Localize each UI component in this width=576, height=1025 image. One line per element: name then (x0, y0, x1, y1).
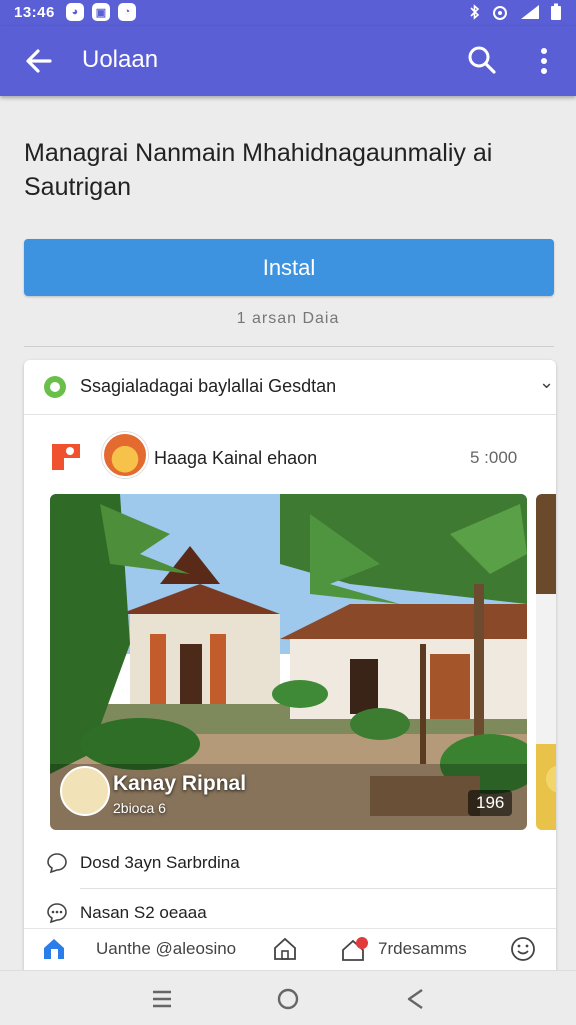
card-header[interactable]: Ssagialadagai baylallai Gesdtan ⌄ (24, 360, 556, 415)
next-photo-scene (536, 494, 556, 830)
home-filled-icon (44, 939, 64, 959)
feed-card: Ssagialadagai baylallai Gesdtan ⌄ Haaga … (24, 360, 556, 980)
bluetooth-icon (470, 4, 480, 20)
search-icon[interactable] (466, 44, 498, 76)
home-circle-icon[interactable] (274, 985, 302, 1013)
group-icon (44, 376, 66, 398)
chevron-down-icon[interactable]: ⌄ (539, 372, 554, 393)
tab-label: Uanthe @aleosino (96, 939, 237, 958)
gallery-icon: ▣ (92, 3, 110, 21)
photo-avatar[interactable] (60, 766, 110, 816)
app-logo-icon (52, 444, 80, 470)
arrow-left-icon[interactable] (22, 44, 56, 78)
signal-icon (521, 5, 539, 19)
status-bar: 13:46 ◕ ▣ ◔ (0, 0, 576, 26)
tab-house[interactable] (272, 929, 298, 969)
more-vertical-icon[interactable] (530, 44, 558, 78)
chat-icon (47, 903, 67, 924)
post-photo[interactable]: Kanay Ripnal 2bioca 6 196 (50, 494, 527, 830)
system-nav-bar (0, 970, 576, 1025)
app-bar: Uolaan (0, 26, 576, 96)
message-icon: ◔ (118, 3, 136, 21)
install-subtitle: 1 arsan Daia (236, 310, 340, 327)
page-title: Managrai Nanmain Mhahidnagaunmaliy ai Sa… (24, 139, 493, 201)
app-title: Uolaan (82, 46, 159, 73)
photo-caption: Kanay Ripnal (113, 772, 247, 795)
tab-home[interactable]: Uanthe @aleosino (42, 929, 236, 969)
wifi-icon (493, 6, 507, 20)
install-button[interactable]: Instal (24, 239, 554, 296)
house-outline-icon (274, 937, 296, 960)
notification-icon (342, 937, 368, 961)
wechat-icon: ◕ (66, 3, 84, 21)
tab-notifications[interactable]: 7rdesamms (340, 929, 467, 969)
battery-icon (551, 3, 561, 20)
tab-profile[interactable] (510, 929, 536, 969)
status-time: 13:46 (14, 4, 55, 21)
smiley-icon (511, 937, 535, 961)
photo-count-badge: 196 (468, 790, 513, 816)
bottom-tab-bar: Uanthe @aleosino 7rdesamms (24, 928, 556, 969)
recents-icon[interactable] (148, 985, 176, 1013)
post-author[interactable]: Haaga Kainal ehaon (154, 448, 317, 469)
action-row-comments[interactable]: Dosd 3ayn Sarbrdina (24, 840, 556, 884)
action-label: Nasan S2 oeaaa (80, 903, 207, 922)
next-photo-thumbnail[interactable] (536, 494, 556, 830)
action-label: Dosd 3ayn Sarbrdina (80, 853, 240, 872)
comment-icon (47, 853, 67, 874)
tab-label: 7rdesamms (378, 939, 467, 958)
post-header: Haaga Kainal ehaon 5 :000 (24, 416, 556, 496)
post-time: 5 :000 (470, 448, 518, 467)
avatar[interactable] (102, 432, 148, 478)
photo-subtitle: 2bioca 6 (113, 800, 166, 816)
back-triangle-icon[interactable] (402, 985, 430, 1013)
divider (24, 346, 554, 347)
action-divider (80, 888, 556, 889)
group-title: Ssagialadagai baylallai Gesdtan (80, 376, 337, 396)
